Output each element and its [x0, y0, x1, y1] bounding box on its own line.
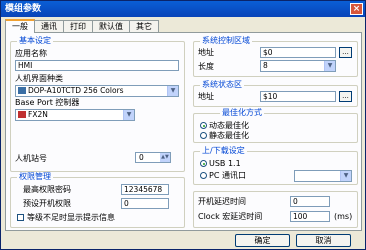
chevron-down-icon[interactable]: ▼	[340, 171, 351, 181]
chevron-down-icon[interactable]: ▼	[123, 110, 134, 120]
basic-settings-legend: 基本设定	[17, 36, 53, 46]
spin-arrows-icon[interactable]: ▲▼	[160, 153, 170, 162]
parameters-dialog: 模组参数 × 一般 通讯 打印 默认值 其它 基本设定 应用名称 HMI 人机界…	[0, 0, 366, 250]
chevron-down-icon[interactable]: ▼	[167, 86, 178, 96]
sys-ctrl-length-label: 长度	[198, 62, 214, 71]
pc-port-radio[interactable]: PC 通讯口	[200, 171, 246, 181]
app-name-label: 应用名称	[15, 49, 47, 58]
title-bar[interactable]: 模组参数 ×	[1, 1, 365, 17]
hmi-type-select[interactable]: DOP-A10TCTD 256 Colors ▼	[15, 85, 179, 97]
default-level-input[interactable]: 0	[121, 198, 169, 209]
radio-dot[interactable]	[200, 172, 207, 179]
usb-label: USB 1.1	[209, 159, 241, 168]
static-optimize-label: 静态最佳化	[209, 131, 249, 140]
pc-port-select[interactable]: ▼	[294, 170, 352, 182]
permission-group: 权限管理 最高权限密码 12345678 预设开机权限 0 等级不足时显示提示信…	[10, 172, 185, 228]
boot-delay-label: 开机延迟时间	[198, 197, 246, 206]
tab-panel-general: 基本设定 应用名称 HMI 人机界面种类 DOP-A10TCTD 256 Col…	[5, 32, 362, 231]
close-button[interactable]: ×	[350, 3, 363, 15]
clock-delay-input[interactable]: 100	[290, 211, 330, 222]
base-port-label: Base Port 控制器	[15, 98, 80, 107]
system-status-group: 系统状态区 地址 $10 ...	[193, 80, 358, 107]
permission-legend: 权限管理	[17, 172, 53, 182]
radio-dot[interactable]	[200, 132, 207, 139]
updown-legend: 上/下载设定	[200, 146, 247, 156]
cancel-button[interactable]: 取消	[296, 234, 351, 247]
sys-ctrl-browse-button[interactable]: ...	[339, 47, 352, 58]
chevron-down-icon[interactable]: ▼	[324, 61, 335, 71]
plc-icon	[18, 111, 26, 118]
ok-button[interactable]: 确定	[235, 234, 290, 247]
optimization-group: 最佳化方式 动态最佳化 静态最佳化	[193, 108, 358, 143]
system-control-legend: 系统控制区域	[200, 36, 252, 46]
checkbox-box[interactable]	[17, 214, 24, 221]
dynamic-optimize-radio[interactable]: 动态最佳化	[200, 121, 249, 131]
pc-port-label: PC 通讯口	[209, 171, 246, 180]
hmi-type-value: DOP-A10TCTD 256 Colors	[28, 86, 124, 95]
sys-status-address-input[interactable]: $10	[260, 91, 336, 102]
static-optimize-radio[interactable]: 静态最佳化	[200, 131, 249, 141]
max-password-input[interactable]: 12345678	[121, 184, 169, 195]
boot-delay-input[interactable]: 0	[290, 196, 330, 207]
controller-select[interactable]: FX2N ▼	[15, 109, 135, 121]
usb-radio[interactable]: USB 1.1	[200, 159, 241, 169]
system-control-group: 系统控制区域 地址 $0 ... 长度 8 ▼	[193, 36, 358, 77]
window-title: 模组参数	[5, 4, 42, 14]
default-level-label: 预设开机权限	[23, 199, 71, 208]
clock-delay-label: Clock 宏延迟时间	[198, 212, 263, 221]
system-status-legend: 系统状态区	[200, 80, 244, 90]
sys-ctrl-address-label: 地址	[198, 48, 214, 57]
low-level-hint-checkbox[interactable]: 等级不足时显示提示信息	[17, 213, 115, 223]
monitor-icon	[18, 87, 26, 94]
sys-status-address-label: 地址	[198, 92, 214, 101]
radio-dot[interactable]	[200, 160, 207, 167]
sys-status-browse-button[interactable]: ...	[339, 91, 352, 102]
delay-group: 开机延迟时间 0 Clock 宏延迟时间 100 (ms)	[193, 191, 358, 228]
controller-value: FX2N	[28, 110, 48, 119]
station-label: 人机站号	[15, 154, 47, 163]
tab-strip: 一般 通讯 打印 默认值 其它	[5, 19, 159, 33]
sys-ctrl-length-select[interactable]: 8 ▼	[260, 60, 336, 72]
station-value: 0	[139, 153, 144, 162]
delay-unit: (ms)	[334, 212, 353, 221]
hmi-type-label: 人机界面种类	[15, 74, 63, 83]
basic-settings-group: 基本设定 应用名称 HMI 人机界面种类 DOP-A10TCTD 256 Col…	[10, 36, 185, 172]
dynamic-optimize-label: 动态最佳化	[209, 121, 249, 130]
low-level-hint-label: 等级不足时显示提示信息	[27, 213, 115, 222]
station-stepper[interactable]: 0 ▲▼	[135, 152, 171, 163]
max-password-label: 最高权限密码	[23, 185, 71, 194]
sys-ctrl-address-input[interactable]: $0	[260, 47, 336, 58]
tab-general[interactable]: 一般	[5, 19, 35, 33]
radio-dot[interactable]	[200, 122, 207, 129]
app-name-input[interactable]: HMI	[15, 60, 179, 71]
optimization-legend: 最佳化方式	[220, 108, 264, 118]
sys-ctrl-length-value: 8	[263, 61, 268, 70]
updown-group: 上/下载设定 USB 1.1 PC 通讯口 ▼	[193, 146, 358, 185]
